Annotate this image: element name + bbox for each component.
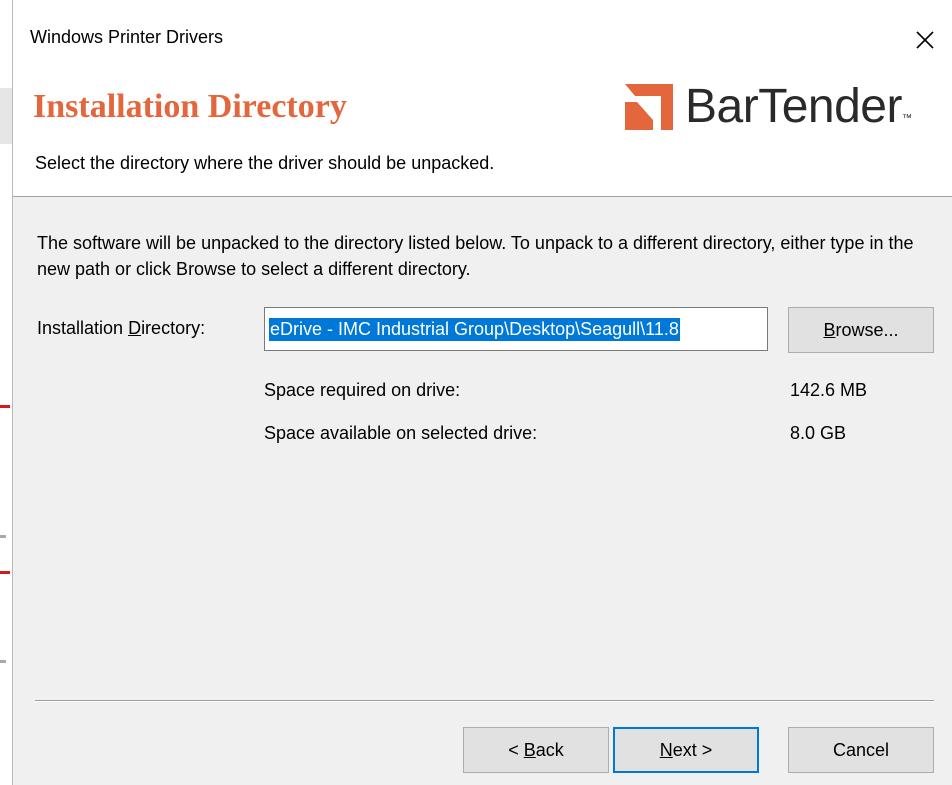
access-key: B bbox=[523, 739, 536, 760]
button-label: ack bbox=[535, 739, 564, 760]
install-directory-input[interactable]: eDrive - IMC Industrial Group\Desktop\Se… bbox=[264, 307, 768, 351]
logo-text: BarTender bbox=[685, 79, 902, 133]
window-title: Windows Printer Drivers bbox=[30, 27, 224, 47]
close-icon bbox=[916, 31, 934, 49]
space-available-value: 8.0 GB bbox=[790, 423, 847, 443]
dialog-header: Windows Printer Drivers Installation Dir… bbox=[13, 0, 952, 197]
label-text: irectory: bbox=[141, 318, 206, 338]
page-subtitle: Select the directory where the driver sh… bbox=[35, 153, 495, 173]
label-text: Installation bbox=[37, 318, 129, 338]
back-button[interactable]: < Back bbox=[463, 727, 609, 773]
background-fragment bbox=[0, 0, 12, 60]
background-fragment bbox=[0, 88, 12, 144]
background-mark bbox=[0, 535, 6, 538]
cancel-button[interactable]: Cancel bbox=[788, 727, 934, 773]
background-window-edge bbox=[0, 0, 13, 785]
button-label: < bbox=[508, 739, 524, 760]
space-required-value: 142.6 MB bbox=[790, 380, 868, 400]
access-key: B bbox=[823, 319, 836, 340]
footer-divider bbox=[35, 700, 934, 702]
install-directory-value: eDrive - IMC Industrial Group\Desktop\Se… bbox=[269, 317, 680, 341]
next-button[interactable]: Next > bbox=[613, 727, 759, 773]
button-label: rowse... bbox=[835, 319, 899, 340]
close-button[interactable] bbox=[903, 18, 947, 62]
bartender-logo: BarTender ™ bbox=[623, 78, 912, 134]
background-mark bbox=[0, 405, 10, 408]
space-available-label: Space available on selected drive: bbox=[264, 423, 538, 443]
space-required-label: Space required on drive: bbox=[264, 380, 461, 400]
button-label: ext > bbox=[672, 739, 713, 760]
access-key: N bbox=[659, 739, 673, 760]
logo-trademark: ™ bbox=[901, 113, 912, 124]
access-key: D bbox=[128, 318, 142, 338]
background-mark bbox=[0, 660, 6, 663]
background-mark bbox=[0, 571, 10, 574]
instructions-text: The software will be unpacked to the dir… bbox=[37, 233, 914, 279]
bartender-logo-mark-icon bbox=[625, 84, 673, 130]
installer-dialog: Windows Printer Drivers Installation Dir… bbox=[13, 0, 952, 785]
browse-button[interactable]: Browse... bbox=[788, 307, 934, 353]
page-title: Installation Directory bbox=[33, 88, 347, 125]
screen: Windows Printer Drivers Installation Dir… bbox=[0, 0, 952, 785]
install-directory-label: Installation Directory: bbox=[37, 318, 205, 339]
